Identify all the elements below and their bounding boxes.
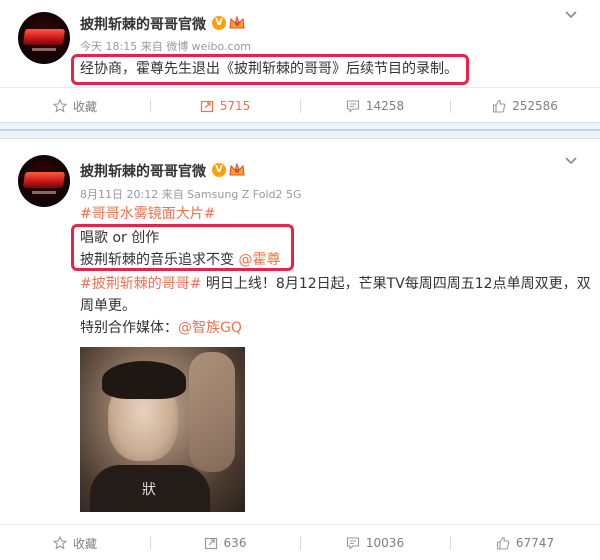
author-name[interactable]: 披荆斩棘的哥哥官微: [80, 14, 206, 34]
crown-icon: [229, 163, 245, 176]
thumbs-up-icon: [493, 99, 506, 113]
like-button[interactable]: 67747: [450, 525, 600, 560]
favorite-button[interactable]: 收藏: [0, 525, 150, 560]
verified-badge-icon: V: [212, 163, 226, 177]
highlight-box: [71, 224, 294, 271]
highlight-box: [71, 54, 469, 85]
chevron-down-icon[interactable]: [564, 8, 578, 22]
comment-icon: [346, 100, 359, 113]
repost-button[interactable]: 636: [150, 525, 300, 560]
star-icon: [52, 99, 67, 113]
like-button[interactable]: 252586: [450, 88, 600, 124]
chevron-down-icon[interactable]: [564, 154, 578, 168]
weibo-post-1: 披荆斩棘的哥哥官微 V 今天 18:15 来自 微博 weibo.com 经协商…: [0, 0, 600, 122]
favorite-label: 收藏: [72, 99, 97, 114]
post-text-line: #披荆斩棘的哥哥# 明日上线！8月12日起，芒果TV每周四周五12点单周双更，双: [80, 276, 591, 292]
comment-button[interactable]: 14258: [300, 88, 450, 124]
show-logo: [22, 29, 66, 45]
weibo-post-2: 披荆斩棘的哥哥官微 V 8月11日 20:12 来自 Samsung Z Fol…: [0, 139, 600, 560]
comment-count: 10036: [365, 536, 405, 550]
post-photo[interactable]: 狀: [80, 347, 245, 512]
verified-badge-icon: V: [212, 16, 226, 30]
repost-count: 5715: [219, 99, 251, 113]
crown-icon: [229, 16, 245, 29]
hashtag-link[interactable]: #披荆斩棘的哥哥#: [80, 276, 201, 292]
hashtag-link[interactable]: #哥哥水雾镜面大片#: [80, 206, 215, 222]
comment-count: 14258: [365, 99, 405, 113]
feed-divider: [0, 122, 600, 139]
comment-icon: [346, 537, 359, 550]
comment-button[interactable]: 10036: [300, 525, 450, 560]
repost-icon: [204, 537, 217, 550]
post-text-line: 周单更。: [80, 298, 136, 314]
repost-icon: [200, 100, 213, 113]
show-logo: [22, 172, 66, 188]
shirt-print: 狀: [142, 482, 156, 498]
author-name[interactable]: 披荆斩棘的哥哥官微: [80, 161, 206, 181]
favorite-label: 收藏: [72, 536, 97, 551]
avatar[interactable]: [18, 155, 70, 207]
thumbs-up-icon: [496, 536, 510, 550]
post-text-line: 特别合作媒体：@智族GQ: [80, 320, 242, 336]
repost-button[interactable]: 5715: [150, 88, 300, 124]
star-icon: [52, 536, 67, 550]
repost-count: 636: [223, 536, 247, 550]
action-bar: 收藏 636 10036 67747: [0, 524, 600, 560]
post-meta: 今天 18:15 来自 微博 weibo.com: [80, 40, 252, 53]
post-meta: 8月11日 20:12 来自 Samsung Z Fold2 5G: [80, 188, 302, 201]
mention-link[interactable]: @智族GQ: [178, 320, 242, 336]
like-count: 252586: [512, 99, 558, 113]
avatar[interactable]: [18, 12, 70, 64]
action-bar: 收藏 5715 14258 252586: [0, 87, 600, 123]
like-count: 67747: [515, 536, 555, 550]
favorite-button[interactable]: 收藏: [0, 88, 150, 124]
